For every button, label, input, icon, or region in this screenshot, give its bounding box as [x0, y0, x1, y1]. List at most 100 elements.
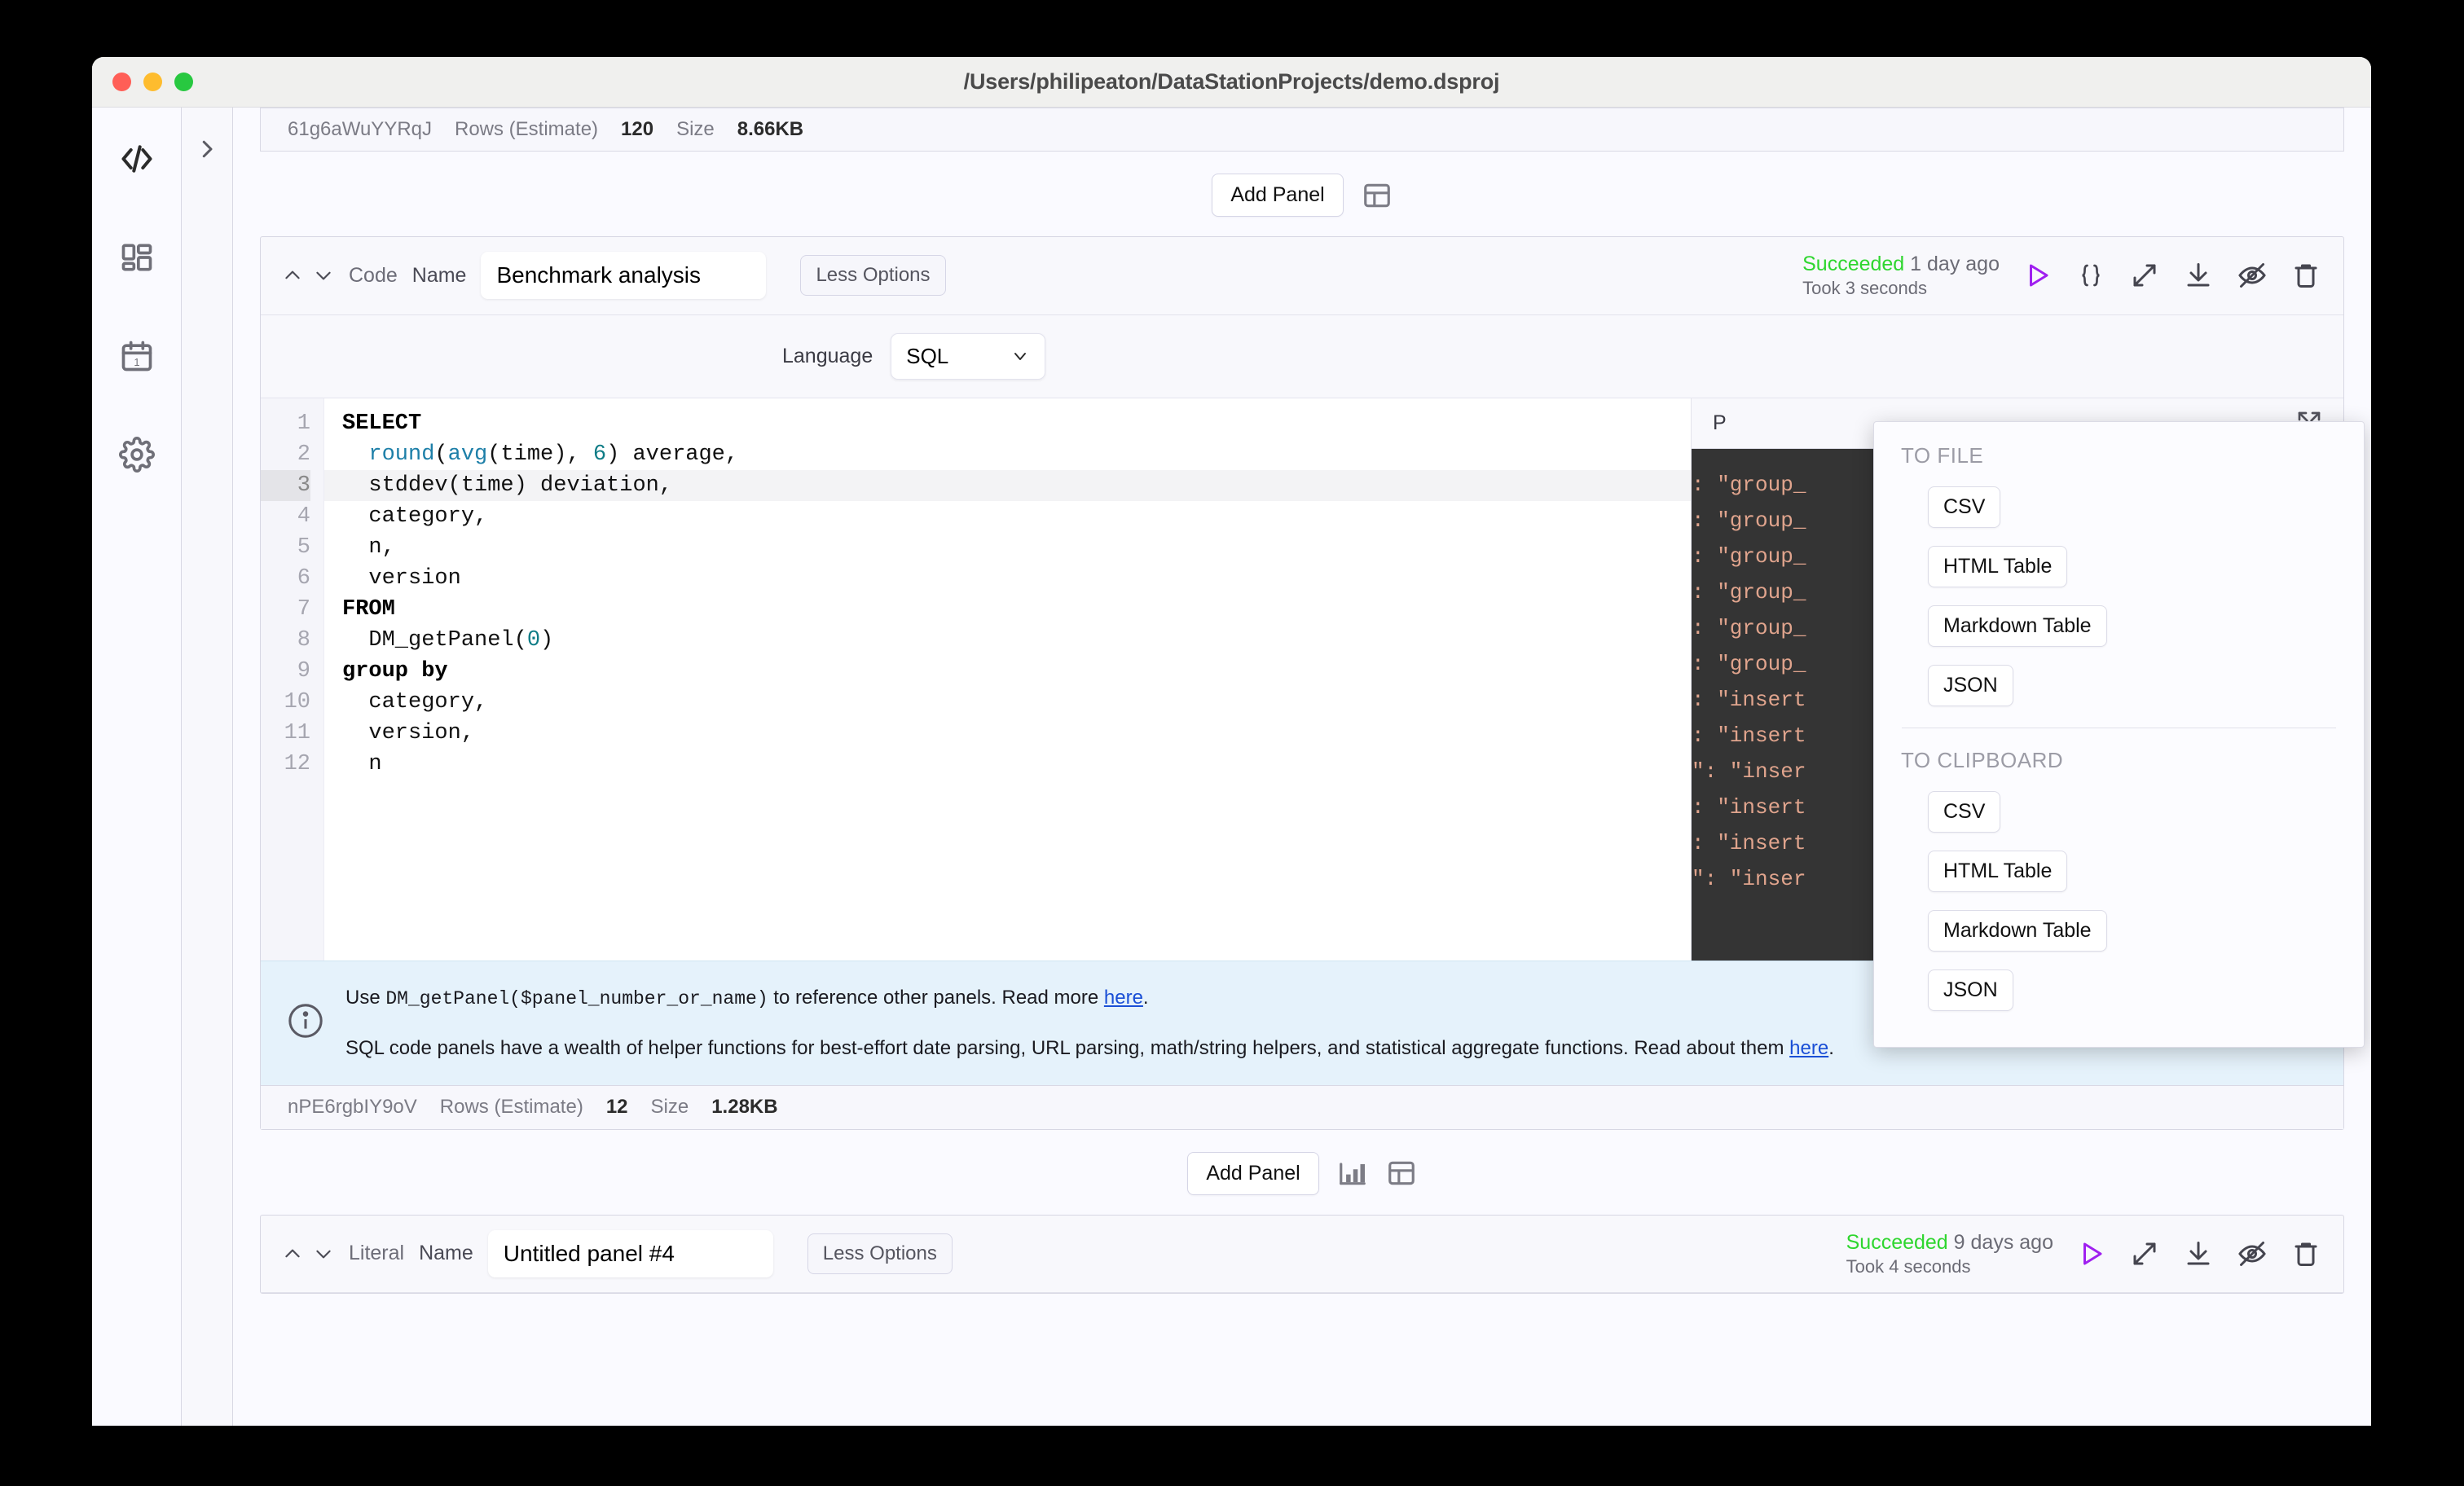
chevron-right-icon[interactable]: [195, 137, 219, 161]
export-csv-button[interactable]: CSV: [1928, 486, 2001, 528]
panel-move-arrows[interactable]: [282, 1243, 334, 1264]
sql-code[interactable]: SELECT round(avg(time), 6) average, stdd…: [324, 398, 1691, 961]
code-line[interactable]: FROM: [342, 594, 1691, 625]
line-number: 11: [284, 720, 310, 745]
export-markdown-table-button[interactable]: Markdown Table: [1928, 605, 2107, 647]
add-panel-button-bottom[interactable]: Add Panel: [1187, 1151, 1319, 1195]
table-icon[interactable]: [1386, 1158, 1417, 1189]
sidebar-item-code-editor[interactable]: [118, 140, 156, 178]
panel-list-rail: [182, 108, 233, 1426]
chevron-down-icon[interactable]: [313, 1243, 334, 1264]
export-csv-button[interactable]: CSV: [1928, 791, 2001, 833]
code-line[interactable]: group by: [342, 656, 1691, 687]
export-markdown-table-button[interactable]: Markdown Table: [1928, 910, 2107, 952]
code-token: category,: [342, 503, 488, 529]
left-sidebar: 1: [92, 108, 182, 1426]
window-titlebar: /Users/philipeaton/DataStationProjects/d…: [92, 57, 2371, 108]
less-options-button[interactable]: Less Options: [800, 255, 946, 297]
download-icon[interactable]: [2182, 259, 2215, 292]
code-token: stddev(time) deviation,: [342, 473, 673, 498]
sidebar-item-schedule[interactable]: 1: [118, 337, 156, 375]
code-token: version,: [342, 720, 475, 745]
less-options-button[interactable]: Less Options: [807, 1233, 953, 1274]
help-line-1: Use DM_getPanel($panel_number_or_name) t…: [345, 983, 1834, 1014]
chevron-down-icon[interactable]: [313, 265, 334, 286]
code-token: n,: [342, 534, 395, 560]
code-line[interactable]: round(avg(time), 6) average,: [342, 439, 1691, 470]
status-duration: Took 4 seconds: [1846, 1255, 1971, 1277]
status-time: 9 days ago: [1953, 1230, 2053, 1254]
trash-icon[interactable]: [2290, 259, 2322, 292]
code-line[interactable]: DM_getPanel(0): [342, 625, 1691, 656]
help-line1-code: DM_getPanel($panel_number_or_name): [385, 987, 768, 1009]
status-time: 1 day ago: [1910, 253, 2000, 275]
braces-icon[interactable]: [2075, 259, 2107, 292]
line-number: 5: [297, 534, 310, 560]
expand-diagonal-icon[interactable]: [2128, 259, 2161, 292]
code-line[interactable]: category,: [342, 501, 1691, 532]
line-number: 2: [297, 442, 310, 467]
trash-icon[interactable]: [2290, 1238, 2322, 1270]
code-line[interactable]: SELECT: [342, 408, 1691, 439]
sidebar-item-dashboard[interactable]: [118, 239, 156, 276]
help-line1-post: .: [1142, 986, 1149, 1009]
help-link-2[interactable]: here: [1789, 1037, 1828, 1059]
export-html-table-button[interactable]: HTML Table: [1928, 546, 2068, 587]
code-line[interactable]: version: [342, 563, 1691, 594]
chevron-up-icon[interactable]: [282, 265, 303, 286]
menu-item: Markdown Table: [1874, 605, 2364, 665]
svg-text:1: 1: [134, 356, 139, 368]
play-icon[interactable]: [2075, 1238, 2107, 1270]
panel-name-label: Name: [411, 263, 467, 287]
add-panel-bar-bottom: Add Panel: [233, 1130, 2371, 1215]
code-panel-actions: Succeeded 1 day ago Took 3 seconds: [1802, 252, 2322, 300]
dashboard-grid-icon: [121, 244, 152, 271]
help-link-1[interactable]: here: [1104, 987, 1143, 1009]
menu-item: JSON: [1874, 665, 2364, 724]
help-line-2: SQL code panels have a wealth of helper …: [345, 1033, 1834, 1063]
code-line[interactable]: n,: [342, 532, 1691, 563]
rows-label: Rows (Estimate): [439, 1096, 583, 1119]
code-line[interactable]: n: [342, 749, 1691, 780]
sql-editor[interactable]: 1 2 3 4 5 6 7 8 9 10 11 12 SELECT round(avg(time), …: [261, 398, 1692, 961]
menu-item: HTML Table: [1874, 851, 2364, 910]
export-json-button[interactable]: JSON: [1928, 969, 2013, 1011]
menu-section-title: TO CLIPBOARD: [1901, 748, 2064, 772]
eye-off-icon[interactable]: [2236, 259, 2268, 292]
panel-name-input[interactable]: [487, 1229, 773, 1277]
code-token: round: [368, 442, 435, 467]
chevron-up-icon[interactable]: [282, 1243, 303, 1264]
export-json-button[interactable]: JSON: [1928, 665, 2013, 706]
panel-name-input[interactable]: [481, 252, 767, 300]
size-label: Size: [676, 118, 715, 140]
code-line[interactable]: category,: [342, 687, 1691, 718]
code-panel-header: Code Name Less Options Succeeded 1 day a…: [261, 237, 2343, 315]
table-icon[interactable]: [1362, 180, 1393, 211]
download-icon[interactable]: [2182, 1238, 2215, 1270]
literal-panel: Literal Name Less Options Succeeded 9 da…: [260, 1214, 2344, 1295]
sidebar-item-settings[interactable]: [118, 436, 156, 473]
line-number: 8: [297, 627, 310, 653]
code-panel-footer: nPE6rgbIY9oV Rows (Estimate) 12 Size 1.2…: [261, 1084, 2343, 1129]
menu-item: JSON: [1874, 969, 2364, 1029]
code-line[interactable]: stddev(time) deviation,: [324, 469, 1691, 501]
play-icon[interactable]: [2021, 259, 2053, 292]
line-number: 1: [297, 411, 310, 436]
bar-chart-icon[interactable]: [1337, 1158, 1368, 1189]
help-line2-post: .: [1828, 1037, 1834, 1060]
code-line[interactable]: version,: [342, 718, 1691, 749]
eye-off-icon[interactable]: [2236, 1238, 2268, 1270]
code-token: (: [434, 442, 448, 467]
line-number-gutter: 1 2 3 4 5 6 7 8 9 10 11 12: [261, 398, 324, 961]
export-html-table-button[interactable]: HTML Table: [1928, 851, 2068, 892]
panel-move-arrows[interactable]: [282, 265, 334, 286]
add-panel-bar-top: Add Panel: [233, 152, 2371, 236]
results-title: P: [1713, 411, 1727, 434]
code-brackets-icon: [121, 145, 152, 173]
language-select[interactable]: SQL: [891, 332, 1046, 380]
add-panel-button-top[interactable]: Add Panel: [1212, 174, 1344, 217]
language-row: Language SQL: [261, 315, 2343, 398]
expand-diagonal-icon[interactable]: [2128, 1238, 2161, 1270]
panel-type: Code: [349, 263, 398, 287]
